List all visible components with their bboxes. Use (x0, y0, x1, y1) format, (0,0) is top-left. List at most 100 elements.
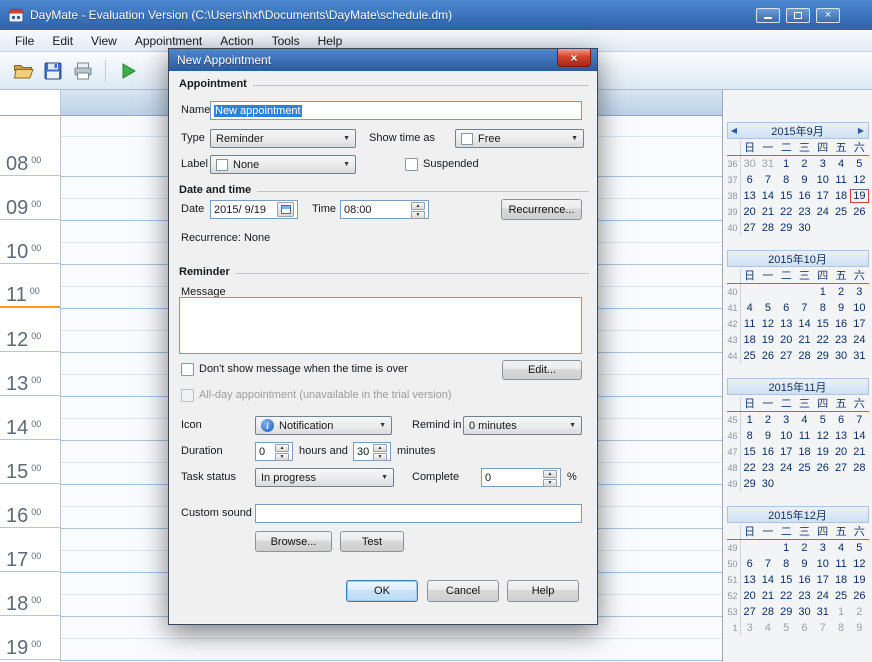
menu-item-file[interactable]: File (6, 30, 43, 51)
day-cell[interactable]: 18 (832, 189, 850, 203)
edit-button[interactable]: Edit... (502, 360, 582, 380)
day-cell[interactable]: 17 (814, 189, 832, 203)
day-cell[interactable]: 16 (759, 445, 777, 459)
help-button[interactable]: Help (507, 580, 579, 602)
duration-hours-spinner[interactable]: 0 ▲ ▼ (255, 442, 293, 461)
day-cell[interactable]: 27 (832, 461, 850, 475)
day-cell[interactable]: 2 (850, 605, 868, 619)
day-cell[interactable]: 9 (832, 301, 850, 315)
today-cell[interactable]: 19 (850, 189, 869, 203)
day-cell[interactable]: 19 (759, 333, 777, 347)
day-cell[interactable]: 12 (850, 557, 868, 571)
day-cell[interactable]: 26 (850, 589, 868, 603)
day-cell[interactable]: 8 (777, 557, 795, 571)
day-cell[interactable]: 4 (832, 541, 850, 555)
day-cell[interactable]: 14 (795, 317, 813, 331)
day-cell[interactable]: 7 (759, 557, 777, 571)
day-cell[interactable]: 13 (741, 189, 759, 203)
day-cell[interactable]: 13 (741, 573, 759, 587)
day-cell[interactable]: 22 (814, 333, 832, 347)
day-cell[interactable]: 29 (814, 349, 832, 363)
day-cell[interactable]: 29 (777, 221, 795, 235)
day-cell[interactable]: 23 (795, 589, 813, 603)
day-cell[interactable]: 23 (759, 461, 777, 475)
day-cell[interactable]: 30 (795, 605, 813, 619)
day-cell[interactable]: 27 (741, 605, 759, 619)
day-cell[interactable]: 26 (759, 349, 777, 363)
day-cell[interactable]: 8 (832, 621, 850, 635)
save-button[interactable] (38, 57, 68, 85)
day-cell[interactable]: 25 (832, 589, 850, 603)
day-cell[interactable]: 14 (759, 573, 777, 587)
dont-show-checkbox[interactable] (181, 363, 194, 376)
time-input[interactable]: 08:00 ▲ ▼ (340, 200, 429, 219)
day-cell[interactable]: 17 (777, 445, 795, 459)
day-cell[interactable]: 10 (850, 301, 868, 315)
name-input[interactable]: New appointment (210, 101, 582, 120)
run-button[interactable] (113, 57, 143, 85)
remind-in-combo[interactable]: 0 minutes ▼ (463, 416, 582, 435)
day-cell[interactable]: 21 (850, 445, 868, 459)
day-cell[interactable]: 1 (777, 157, 795, 171)
day-cell[interactable]: 3 (850, 285, 868, 299)
spin-up-icon[interactable]: ▲ (373, 444, 387, 452)
close-button[interactable]: × (816, 7, 840, 23)
day-cell[interactable]: 2 (795, 541, 813, 555)
day-cell[interactable]: 6 (741, 557, 759, 571)
next-month-arrow[interactable]: ▶ (855, 126, 868, 135)
type-combo[interactable]: Reminder ▼ (210, 129, 356, 148)
day-cell[interactable]: 24 (814, 205, 832, 219)
day-cell[interactable]: 8 (741, 429, 759, 443)
day-cell[interactable]: 10 (814, 557, 832, 571)
day-cell[interactable]: 11 (741, 317, 759, 331)
time-spinner[interactable]: ▲ ▼ (411, 202, 425, 219)
recurrence-button[interactable]: Recurrence... (501, 199, 582, 220)
day-cell[interactable]: 5 (814, 413, 832, 427)
day-cell[interactable]: 26 (814, 461, 832, 475)
day-cell[interactable]: 17 (850, 317, 868, 331)
day-cell[interactable]: 15 (777, 573, 795, 587)
day-cell[interactable]: 23 (832, 333, 850, 347)
day-cell[interactable]: 20 (832, 445, 850, 459)
day-cell[interactable]: 25 (741, 349, 759, 363)
day-cell[interactable]: 11 (832, 557, 850, 571)
day-cell[interactable]: 27 (741, 221, 759, 235)
day-cell[interactable]: 30 (795, 221, 813, 235)
duration-minutes-spinner[interactable]: 30 ▲ ▼ (353, 442, 391, 461)
maximize-button[interactable] (786, 7, 810, 23)
day-cell[interactable]: 5 (850, 157, 868, 171)
day-cell[interactable]: 2 (795, 157, 813, 171)
day-cell[interactable]: 4 (759, 621, 777, 635)
prev-month-arrow[interactable]: ◀ (728, 126, 741, 135)
minimize-button[interactable] (756, 7, 780, 23)
day-cell[interactable]: 20 (777, 333, 795, 347)
day-cell[interactable]: 16 (832, 317, 850, 331)
day-cell[interactable]: 3 (814, 541, 832, 555)
complete-spinner[interactable]: 0 ▲ ▼ (481, 468, 561, 487)
spin-up-icon[interactable]: ▲ (275, 444, 289, 452)
suspended-checkbox[interactable] (405, 158, 418, 171)
day-cell[interactable]: 23 (795, 205, 813, 219)
day-cell[interactable]: 7 (759, 173, 777, 187)
day-cell[interactable]: 6 (741, 173, 759, 187)
day-cell[interactable]: 1 (832, 605, 850, 619)
menu-item-view[interactable]: View (82, 30, 126, 51)
day-cell[interactable]: 11 (795, 429, 813, 443)
label-combo[interactable]: None ▼ (210, 155, 356, 174)
day-cell[interactable]: 18 (832, 573, 850, 587)
day-cell[interactable]: 13 (832, 429, 850, 443)
day-cell[interactable]: 26 (850, 205, 868, 219)
show-time-as-combo[interactable]: Free ▼ (455, 129, 584, 148)
day-cell[interactable]: 6 (777, 301, 795, 315)
day-cell[interactable]: 7 (795, 301, 813, 315)
day-cell[interactable]: 28 (759, 221, 777, 235)
day-cell[interactable]: 21 (759, 589, 777, 603)
day-cell[interactable]: 14 (759, 189, 777, 203)
day-cell[interactable]: 16 (795, 573, 813, 587)
day-cell[interactable]: 5 (759, 301, 777, 315)
day-cell[interactable]: 4 (741, 301, 759, 315)
day-cell[interactable]: 25 (795, 461, 813, 475)
day-cell[interactable]: 9 (850, 621, 868, 635)
day-cell[interactable]: 3 (777, 413, 795, 427)
day-cell[interactable]: 21 (795, 333, 813, 347)
